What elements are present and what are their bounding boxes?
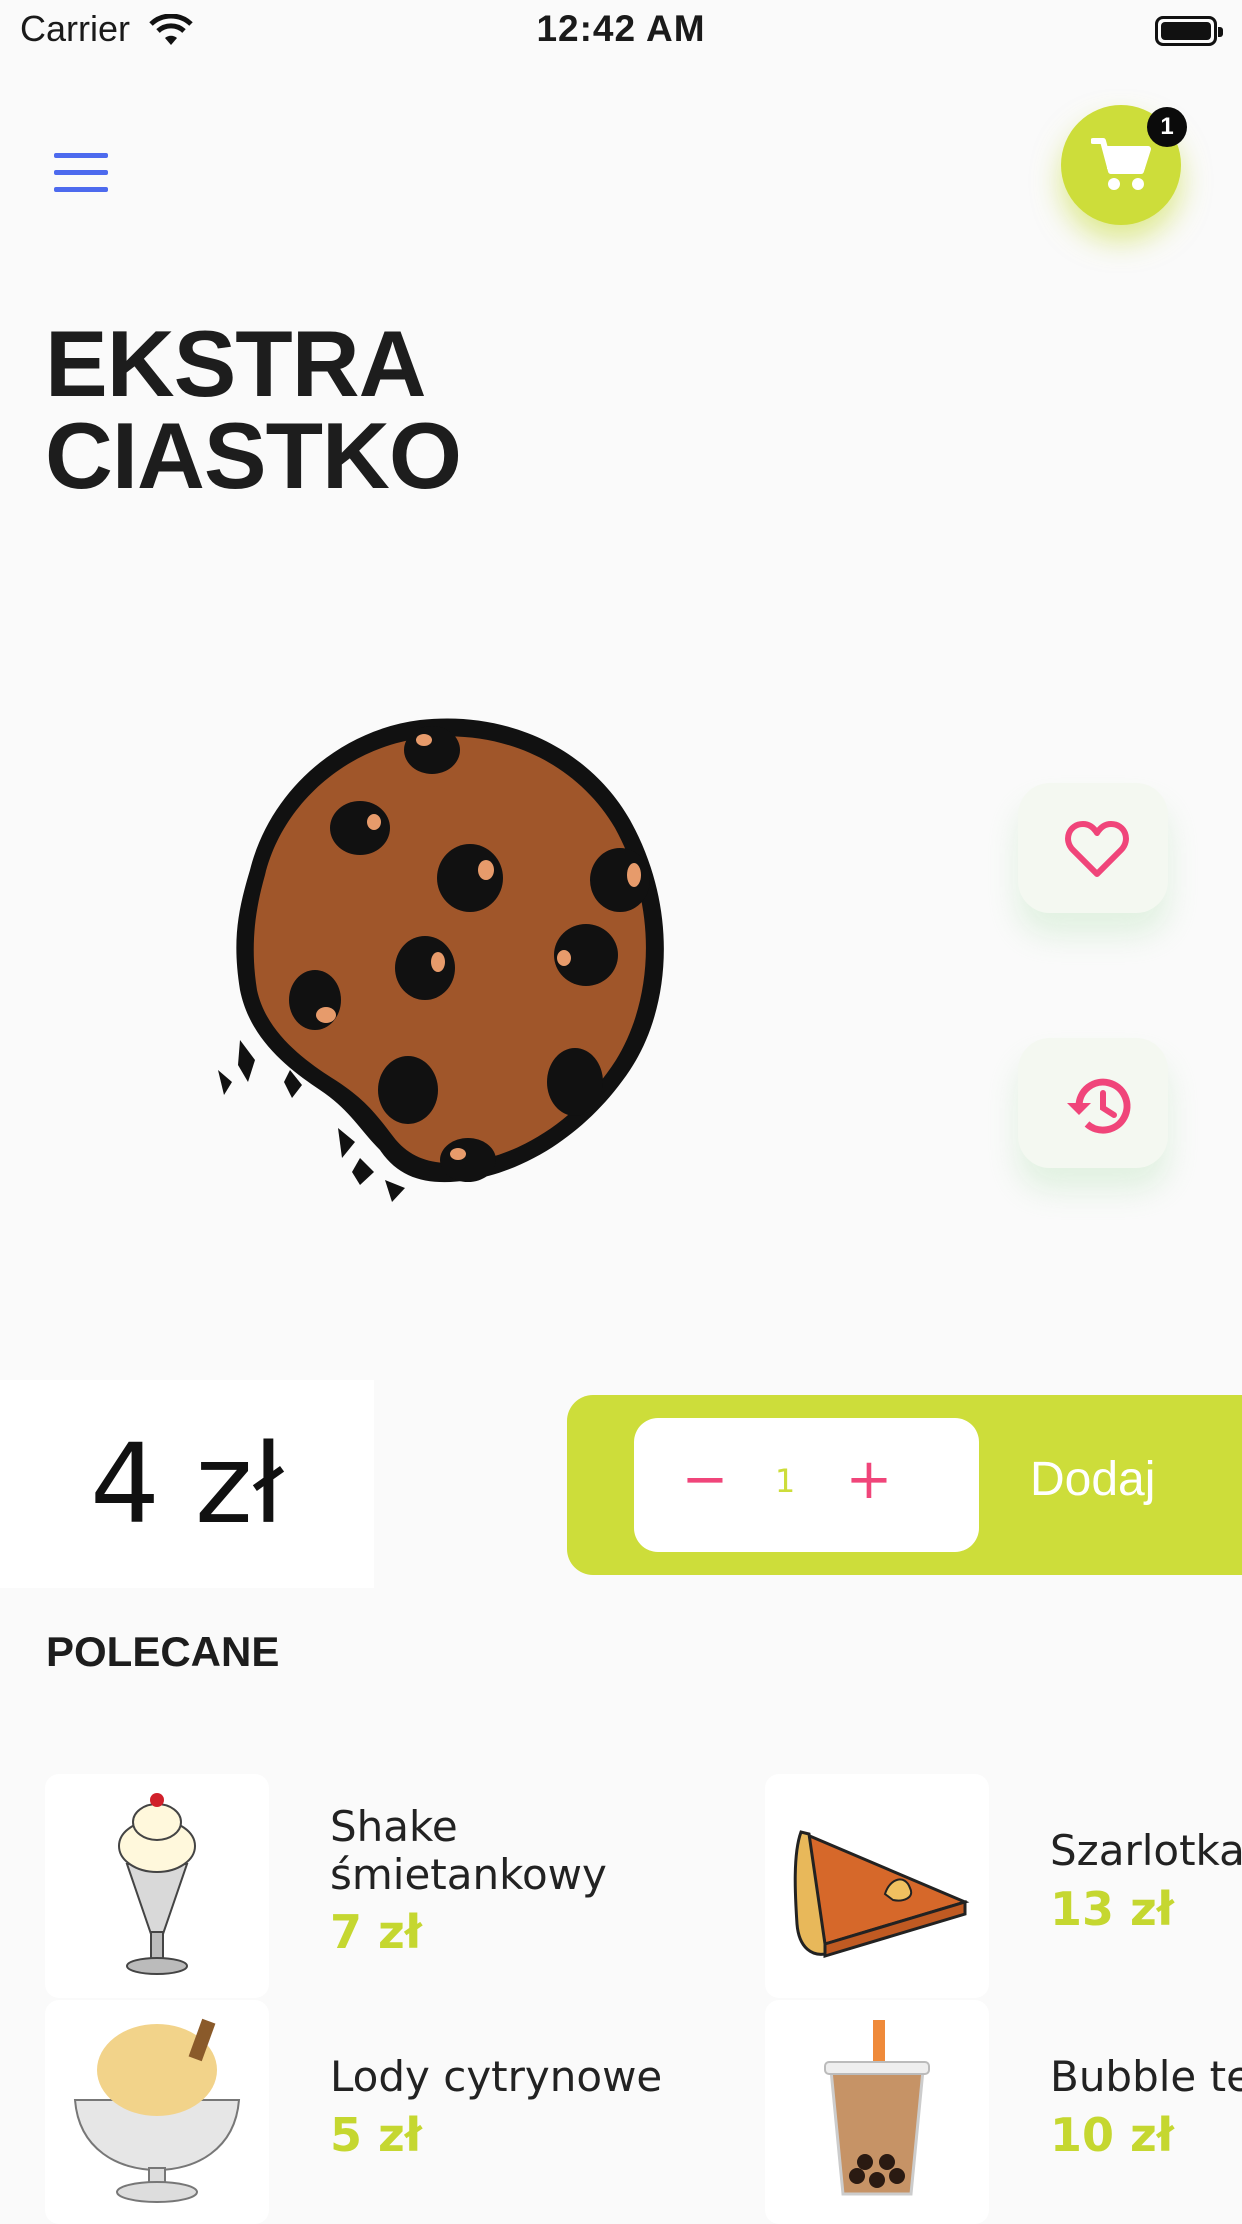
favorite-button[interactable]	[1018, 783, 1168, 913]
cart-icon	[1091, 138, 1151, 190]
apple-pie-image	[793, 1830, 970, 1959]
recommended-item-price: 10 zł	[1050, 2108, 1174, 2162]
cookie-image	[210, 718, 664, 1204]
recommended-item-name[interactable]: Bubble tea	[1050, 2053, 1242, 2101]
status-bar: Carrier 12:42 AM	[0, 0, 1242, 62]
product-title: EKSTRA CIASTKO	[45, 311, 462, 508]
add-button[interactable]: Dodaj	[1030, 1452, 1155, 1507]
increase-quantity-button[interactable]: +	[834, 1447, 904, 1512]
recommended-item-name[interactable]: Szarlotka	[1050, 1827, 1242, 1875]
product-title-line2: CIASTKO	[45, 403, 462, 508]
bubble-tea-image	[824, 2020, 930, 2196]
menu-button[interactable]	[44, 145, 118, 201]
recommended-item-image-card[interactable]	[45, 2000, 269, 2224]
product-title-line1: EKSTRA	[45, 311, 426, 416]
recommended-item-price: 13 zł	[1050, 1882, 1174, 1936]
recommended-item-image-card[interactable]	[45, 1774, 269, 1998]
history-button[interactable]	[1018, 1038, 1168, 1168]
decrease-quantity-button[interactable]: −	[670, 1447, 740, 1512]
recommended-item-price: 5 zł	[330, 2108, 422, 2162]
recommended-item-name-line2: śmietankowy	[330, 1850, 607, 1899]
recommended-heading: POLECANE	[46, 1628, 280, 1675]
recommended-item-price: 7 zł	[330, 1905, 422, 1959]
recommended-item-name[interactable]: Shake śmietankowy	[330, 1803, 607, 1899]
clock: 12:42 AM	[536, 8, 706, 49]
history-icon	[1067, 1078, 1131, 1134]
product-price: 4 zł	[90, 1420, 284, 1548]
recommended-item-name-line1: Shake	[330, 1802, 458, 1851]
battery-icon	[1155, 16, 1223, 46]
recommended-item-image-card[interactable]	[765, 1774, 989, 1998]
recommended-item-name[interactable]: Lody cytrynowe	[330, 2053, 662, 2101]
ice-cream-image	[73, 2018, 241, 2203]
recommended-item-image-card[interactable]	[765, 2000, 989, 2224]
heart-icon	[1065, 821, 1129, 877]
milkshake-image	[118, 1793, 196, 1975]
quantity-value: 1	[774, 1462, 796, 1500]
cart-count-badge: 1	[1147, 107, 1187, 147]
